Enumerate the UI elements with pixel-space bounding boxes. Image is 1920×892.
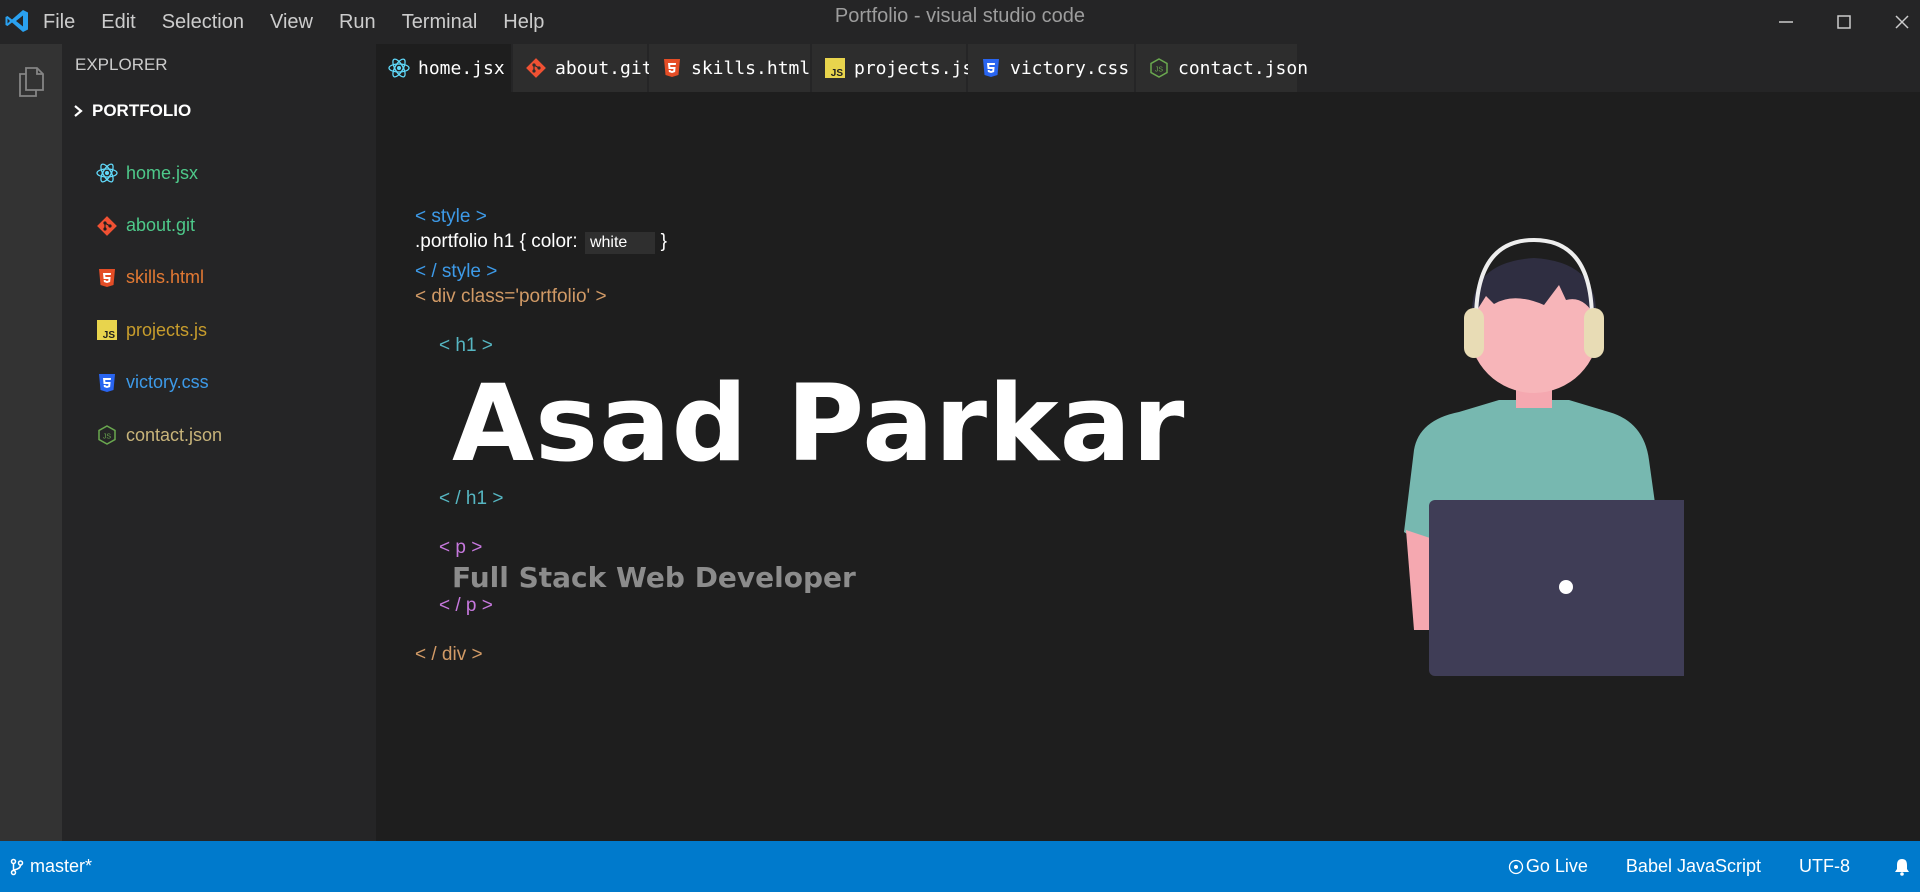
- file-item-home[interactable]: home.jsx: [96, 147, 222, 199]
- file-label: projects.js: [126, 319, 208, 340]
- notifications-button[interactable]: [1894, 858, 1910, 876]
- files-explorer-icon[interactable]: [17, 66, 45, 98]
- js-icon: JS: [96, 319, 118, 341]
- tab-label: victory.css: [1010, 57, 1130, 79]
- html5-icon: [96, 267, 118, 289]
- git-branch-icon: [10, 858, 24, 875]
- developer-illustration: [1404, 237, 1684, 676]
- node-icon: JS: [1148, 57, 1170, 79]
- maximize-icon: [1837, 15, 1851, 29]
- menu-selection[interactable]: Selection: [149, 0, 257, 44]
- editor-area: < style > .portfolio h1 { color: white }…: [376, 92, 1920, 841]
- encoding[interactable]: UTF-8: [1799, 856, 1850, 877]
- file-label: about.git: [126, 215, 196, 236]
- svg-text:JS: JS: [103, 434, 112, 441]
- file-item-victory[interactable]: victory.css: [96, 357, 222, 409]
- css-color-value: white: [584, 232, 656, 254]
- sidebar-title: EXPLORER: [75, 55, 168, 74]
- bell-icon: [1895, 858, 1909, 876]
- file-label: skills.html: [126, 267, 205, 288]
- menu-run[interactable]: Run: [326, 0, 389, 44]
- file-list: home.jsx about.git skills.html JS projec…: [96, 147, 222, 461]
- code-p-open: < p >: [439, 537, 483, 558]
- hero-name: Asad Parkar: [452, 362, 1186, 485]
- svg-text:JS: JS: [103, 330, 116, 341]
- css3-icon: [980, 57, 1002, 79]
- hero-role: Full Stack Web Developer: [452, 561, 856, 594]
- code-div-open: < div class='portfolio' >: [415, 286, 607, 307]
- tab-label: home.jsx: [418, 57, 505, 79]
- maximize-button[interactable]: [1816, 0, 1872, 44]
- css3-icon: [96, 372, 118, 394]
- file-item-skills[interactable]: skills.html: [96, 252, 222, 304]
- title-bar: File Edit Selection View Run Terminal He…: [0, 0, 1920, 44]
- code-css-rule: .portfolio h1 { color: white }: [415, 231, 667, 254]
- tab-label: contact.json: [1178, 57, 1309, 79]
- code-style-close: < / style >: [415, 261, 498, 282]
- tab-label: about.git: [555, 57, 653, 79]
- close-icon: [1895, 15, 1909, 29]
- language-mode[interactable]: Babel JavaScript: [1626, 856, 1761, 877]
- branch-name[interactable]: master*: [30, 856, 92, 877]
- close-button[interactable]: [1874, 0, 1920, 44]
- status-right: Go Live Babel JavaScript UTF-8: [1470, 841, 1910, 892]
- js-icon: JS: [824, 57, 846, 79]
- folder-portfolio[interactable]: PORTFOLIO: [72, 101, 191, 121]
- code-h1-close: < / h1 >: [439, 488, 504, 509]
- minimize-icon: [1779, 21, 1793, 23]
- git-icon: [96, 215, 118, 237]
- css-selector: .portfolio h1 { color:: [415, 231, 578, 252]
- vscode-logo-icon: [5, 10, 28, 32]
- code-h1-open: < h1 >: [439, 335, 493, 356]
- status-bar: master* Go Live Babel JavaScript UTF-8: [0, 841, 1920, 892]
- file-label: home.jsx: [126, 162, 199, 183]
- file-label: contact.json: [126, 424, 223, 445]
- menu-view[interactable]: View: [257, 0, 326, 44]
- react-icon: [388, 57, 410, 79]
- explorer-sidebar: EXPLORER PORTFOLIO home.jsx about.git sk…: [62, 44, 376, 841]
- chevron-right-icon: [74, 105, 83, 117]
- css-rule-close: }: [660, 231, 667, 252]
- file-item-contact[interactable]: JS contact.json: [96, 409, 222, 461]
- html5-icon: [661, 57, 683, 79]
- menu-file[interactable]: File: [30, 0, 88, 44]
- go-live-label: Go Live: [1525, 856, 1588, 876]
- tab-victory[interactable]: victory.css: [968, 44, 1135, 92]
- minimize-button[interactable]: [1758, 0, 1814, 44]
- file-item-projects[interactable]: JS projects.js: [96, 304, 222, 356]
- menu-help[interactable]: Help: [490, 0, 557, 44]
- git-icon: [525, 57, 547, 79]
- tab-label: projects.js: [854, 57, 974, 79]
- tab-skills[interactable]: skills.html: [649, 44, 811, 92]
- broadcast-icon: [1508, 859, 1524, 874]
- tab-about[interactable]: about.git: [513, 44, 653, 92]
- code-div-close: < / div >: [415, 644, 483, 665]
- tab-label: skills.html: [691, 57, 811, 79]
- tab-bar: home.jsx about.git skills.html JS projec…: [376, 44, 1920, 92]
- svg-text:JS: JS: [1155, 67, 1164, 74]
- menu-bar: File Edit Selection View Run Terminal He…: [30, 0, 557, 44]
- folder-label: PORTFOLIO: [92, 101, 192, 120]
- code-p-close: < / p >: [439, 595, 493, 616]
- tab-contact[interactable]: JS contact.json: [1136, 44, 1308, 92]
- menu-terminal[interactable]: Terminal: [389, 0, 491, 44]
- tab-home[interactable]: home.jsx: [376, 44, 512, 92]
- react-icon: [96, 162, 118, 184]
- file-label: victory.css: [126, 372, 209, 393]
- node-icon: JS: [96, 424, 118, 446]
- activity-bar: [0, 44, 62, 841]
- status-left: master*: [10, 841, 92, 892]
- code-style-open: < style >: [415, 206, 487, 227]
- menu-edit[interactable]: Edit: [88, 0, 148, 44]
- go-live-button[interactable]: Go Live: [1508, 856, 1588, 877]
- file-item-about[interactable]: about.git: [96, 199, 222, 251]
- svg-text:JS: JS: [831, 68, 844, 79]
- tab-projects[interactable]: JS projects.js: [812, 44, 973, 92]
